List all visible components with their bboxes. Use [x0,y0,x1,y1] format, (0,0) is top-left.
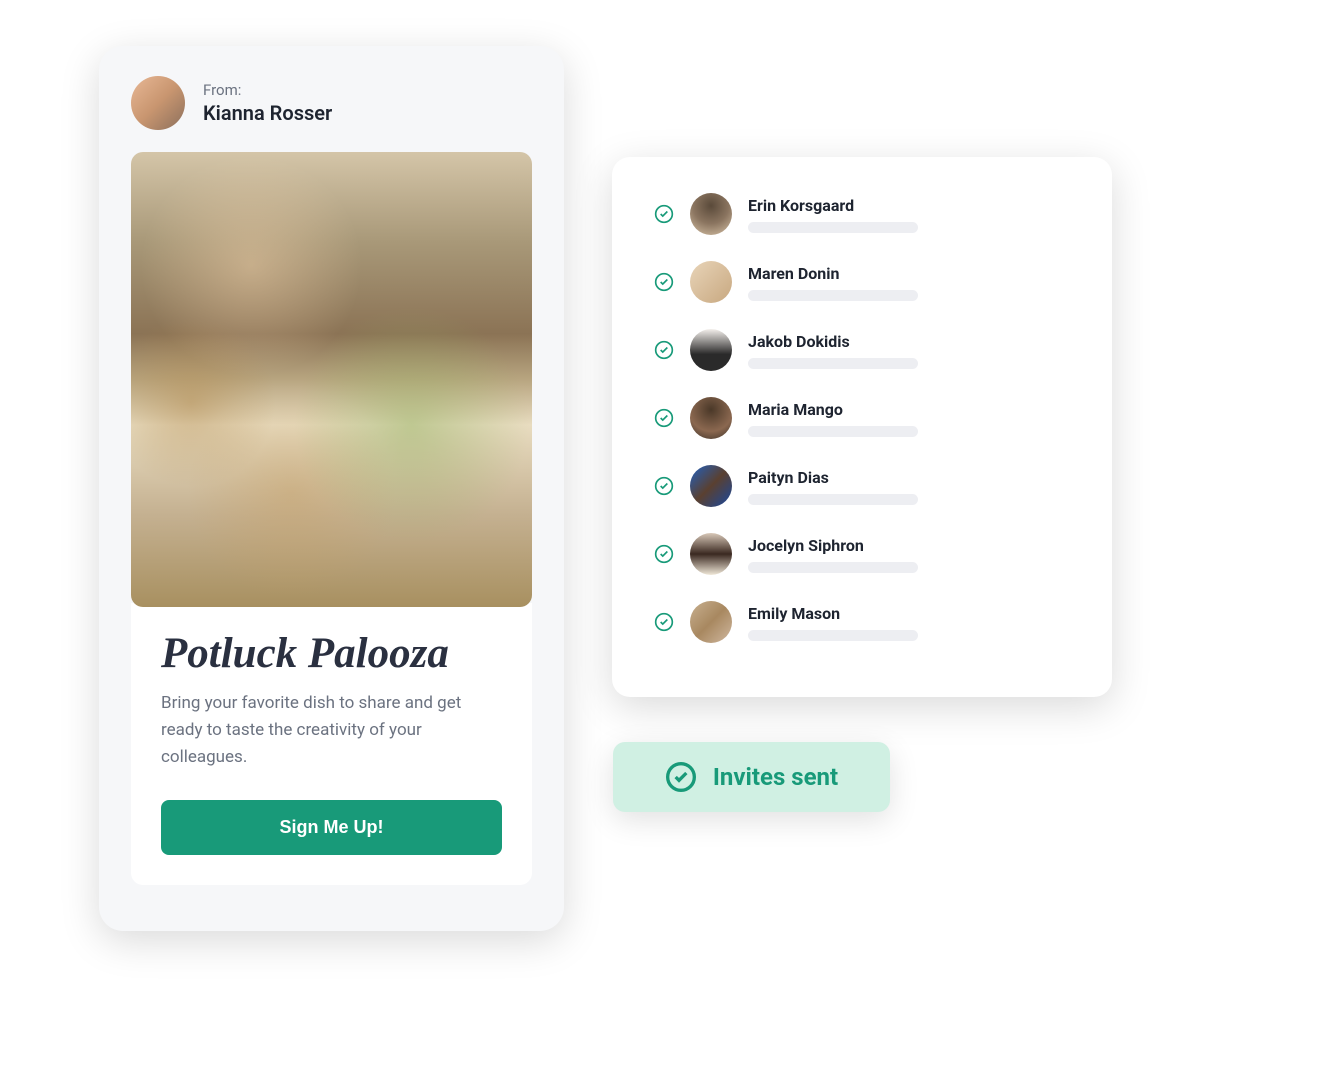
sender-name: Kianna Rosser [203,101,332,125]
invitee-list-card: Erin Korsgaard Maren Donin [612,157,1112,697]
invitee-row: Maria Mango [654,397,1070,439]
invites-sent-label: Invites sent [713,763,838,791]
invitee-avatar [690,193,732,235]
check-circle-icon [654,612,674,632]
invitee-details: Maren Donin [748,264,1070,301]
invitee-name: Emily Mason [748,604,1070,623]
invitee-detail-placeholder [748,222,918,233]
event-hero-image [131,152,532,607]
check-circle-icon [654,204,674,224]
invitee-details: Erin Korsgaard [748,196,1070,233]
invitee-avatar [690,533,732,575]
check-circle-icon [654,272,674,292]
sender-avatar [131,76,185,130]
check-circle-icon [654,408,674,428]
invitation-card: From: Kianna Rosser Potluck Palooza Brin… [99,46,564,931]
invitee-detail-placeholder [748,290,918,301]
invitee-name: Erin Korsgaard [748,196,1070,215]
invitee-detail-placeholder [748,426,918,437]
signup-button[interactable]: Sign Me Up! [161,800,502,855]
invites-sent-badge: Invites sent [613,742,890,812]
invitee-avatar [690,465,732,507]
check-circle-icon [654,340,674,360]
invitee-avatar [690,397,732,439]
invitee-details: Jakob Dokidis [748,332,1070,369]
invitee-name: Paityn Dias [748,468,1070,487]
invitee-row: Erin Korsgaard [654,193,1070,235]
invitee-name: Maria Mango [748,400,1070,419]
invitee-detail-placeholder [748,630,918,641]
event-title: Potluck Palooza [161,629,502,678]
from-label: From: [203,81,332,99]
invitee-details: Emily Mason [748,604,1070,641]
invitee-name: Jocelyn Siphron [748,536,1070,555]
invitee-row: Paityn Dias [654,465,1070,507]
from-text: From: Kianna Rosser [203,81,332,125]
invitee-name: Jakob Dokidis [748,332,1070,351]
invitee-detail-placeholder [748,494,918,505]
invitee-detail-placeholder [748,358,918,369]
invitee-details: Jocelyn Siphron [748,536,1070,573]
invitee-avatar [690,261,732,303]
invitee-details: Paityn Dias [748,468,1070,505]
invitee-details: Maria Mango [748,400,1070,437]
check-circle-icon [665,761,697,793]
invitee-avatar [690,601,732,643]
event-content: Potluck Palooza Bring your favorite dish… [131,603,532,885]
invitee-name: Maren Donin [748,264,1070,283]
check-circle-icon [654,476,674,496]
check-circle-icon [654,544,674,564]
invitee-row: Emily Mason [654,601,1070,643]
invitee-list: Erin Korsgaard Maren Donin [654,193,1070,643]
invitee-row: Jakob Dokidis [654,329,1070,371]
from-section: From: Kianna Rosser [131,76,532,130]
invitee-row: Jocelyn Siphron [654,533,1070,575]
invitee-detail-placeholder [748,562,918,573]
invitee-row: Maren Donin [654,261,1070,303]
event-description: Bring your favorite dish to share and ge… [161,690,502,772]
invitee-avatar [690,329,732,371]
